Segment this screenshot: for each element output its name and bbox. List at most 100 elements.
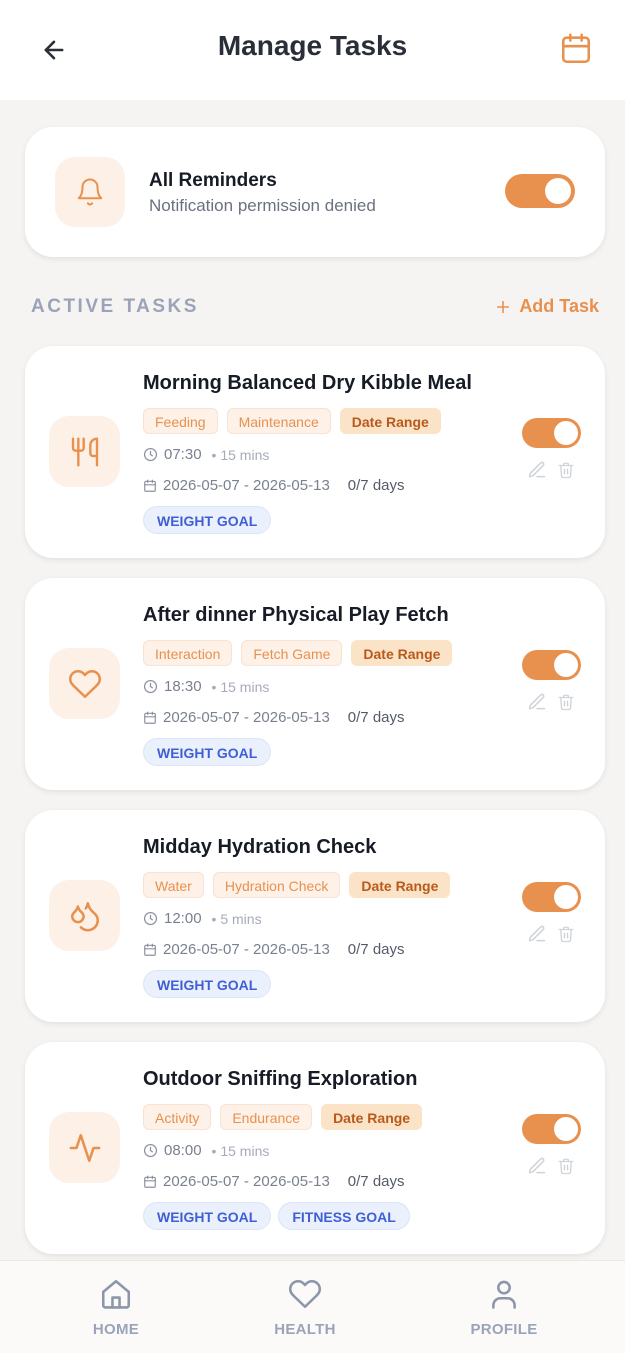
droplets-icon [70, 901, 99, 931]
task-toggle[interactable] [522, 882, 581, 912]
trash-icon[interactable] [557, 692, 575, 712]
edit-icon[interactable] [527, 1156, 547, 1176]
task-tags: Feeding Maintenance Date Range [143, 408, 441, 434]
heart-icon [288, 1279, 322, 1309]
task-card[interactable]: Midday Hydration Check Water Hydration C… [25, 810, 605, 1022]
task-progress: 0/7 days [347, 941, 405, 958]
task-goals: WEIGHT GOAL [143, 970, 272, 998]
task-title: Midday Hydration Check [143, 836, 377, 858]
clock-icon [143, 1143, 158, 1158]
toggle-knob [554, 653, 578, 677]
task-time-row: 12:00 • 5 mins [143, 910, 262, 927]
goal-badge: FITNESS GOAL [278, 1202, 410, 1230]
task-progress: 0/7 days [347, 709, 405, 726]
tag-chip: Maintenance [226, 408, 331, 434]
task-toggle[interactable] [522, 1114, 581, 1144]
goal-badge: WEIGHT GOAL [143, 970, 272, 998]
home-icon [101, 1279, 131, 1309]
app-header: Manage Tasks [0, 0, 625, 100]
date-range-chip: Date Range [349, 872, 451, 898]
edit-icon[interactable] [527, 924, 547, 944]
add-task-label: Add Task [519, 296, 599, 316]
task-goals: WEIGHT GOAL FITNESS GOAL [143, 1202, 410, 1230]
task-toggle[interactable] [522, 418, 581, 448]
toggle-knob [554, 421, 578, 445]
task-duration: • 15 mins [211, 1142, 270, 1159]
trash-icon[interactable] [557, 924, 575, 944]
calendar-small-icon [144, 943, 156, 956]
nav-label: HEALTH [274, 1321, 336, 1338]
task-time: 18:30 [164, 678, 202, 695]
task-icon-box [49, 880, 120, 951]
task-goals: WEIGHT GOAL [143, 506, 272, 534]
tag-chip: Endurance [220, 1104, 313, 1130]
edit-icon[interactable] [527, 692, 547, 712]
clock-icon [143, 911, 158, 926]
task-title: Outdoor Sniffing Exploration [143, 1068, 418, 1090]
task-dates: 2026-05-07 - 2026-05-13 [163, 709, 330, 726]
reminders-toggle[interactable] [505, 174, 575, 208]
task-time-row: 18:30 • 15 mins [143, 678, 269, 695]
task-card[interactable]: Morning Balanced Dry Kibble Meal Feeding… [25, 346, 605, 558]
goal-badge: WEIGHT GOAL [143, 1202, 272, 1230]
nav-home[interactable]: HOME [56, 1277, 176, 1338]
task-date-row: 2026-05-07 - 2026-05-13 0/7 days [143, 477, 405, 494]
nav-label: PROFILE [470, 1321, 538, 1338]
task-dates: 2026-05-07 - 2026-05-13 [163, 941, 330, 958]
goal-badge: WEIGHT GOAL [143, 506, 272, 534]
calendar-small-icon [144, 711, 156, 724]
clock-icon [143, 447, 158, 462]
utensils-icon [71, 436, 98, 467]
tag-chip: Activity [143, 1104, 212, 1130]
calendar-icon [561, 33, 591, 64]
date-range-chip: Date Range [321, 1104, 423, 1130]
task-duration: • 15 mins [211, 678, 270, 695]
tag-chip: Interaction [143, 640, 233, 666]
tag-chip: Fetch Game [241, 640, 343, 666]
task-title: After dinner Physical Play Fetch [143, 604, 449, 626]
tag-chip: Hydration Check [212, 872, 341, 898]
nav-health[interactable]: HEALTH [245, 1277, 365, 1338]
task-dates: 2026-05-07 - 2026-05-13 [163, 1173, 330, 1190]
task-icon-box [49, 648, 120, 719]
plus-icon [497, 300, 510, 313]
bell-icon [77, 178, 103, 206]
task-dates: 2026-05-07 - 2026-05-13 [163, 477, 330, 494]
reminder-icon-box [55, 157, 125, 227]
task-progress: 0/7 days [347, 1173, 405, 1190]
task-date-row: 2026-05-07 - 2026-05-13 0/7 days [143, 1173, 405, 1190]
date-range-chip: Date Range [351, 640, 453, 666]
trash-icon[interactable] [557, 1156, 575, 1176]
task-date-row: 2026-05-07 - 2026-05-13 0/7 days [143, 709, 405, 726]
task-tags: Interaction Fetch Game Date Range [143, 640, 453, 666]
task-card[interactable]: Outdoor Sniffing Exploration Activity En… [25, 1042, 605, 1254]
date-range-chip: Date Range [339, 408, 441, 434]
section-title: ACTIVE TASKS [31, 296, 199, 317]
calendar-small-icon [144, 479, 156, 492]
task-time: 07:30 [164, 446, 202, 463]
activity-icon [69, 1133, 100, 1162]
user-icon [492, 1280, 516, 1309]
toggle-knob [545, 178, 571, 204]
task-time: 08:00 [164, 1142, 202, 1159]
task-duration: • 5 mins [211, 910, 262, 927]
task-duration: • 15 mins [211, 446, 270, 463]
calendar-small-icon [144, 1175, 156, 1188]
goal-badge: WEIGHT GOAL [143, 738, 272, 766]
task-tags: Water Hydration Check Date Range [143, 872, 451, 898]
calendar-button[interactable] [557, 30, 595, 68]
task-toggle[interactable] [522, 650, 581, 680]
tag-chip: Water [143, 872, 204, 898]
add-task-button[interactable]: Add Task [495, 296, 599, 317]
task-date-row: 2026-05-07 - 2026-05-13 0/7 days [143, 941, 405, 958]
task-progress: 0/7 days [347, 477, 405, 494]
trash-icon[interactable] [557, 460, 575, 480]
reminders-card: All Reminders Notification permission de… [25, 127, 605, 257]
task-time-row: 08:00 • 15 mins [143, 1142, 269, 1159]
nav-profile[interactable]: PROFILE [444, 1277, 564, 1338]
heart-icon [68, 669, 101, 698]
task-card[interactable]: After dinner Physical Play Fetch Interac… [25, 578, 605, 790]
toggle-knob [554, 1117, 578, 1141]
clock-icon [143, 679, 158, 694]
edit-icon[interactable] [527, 460, 547, 480]
